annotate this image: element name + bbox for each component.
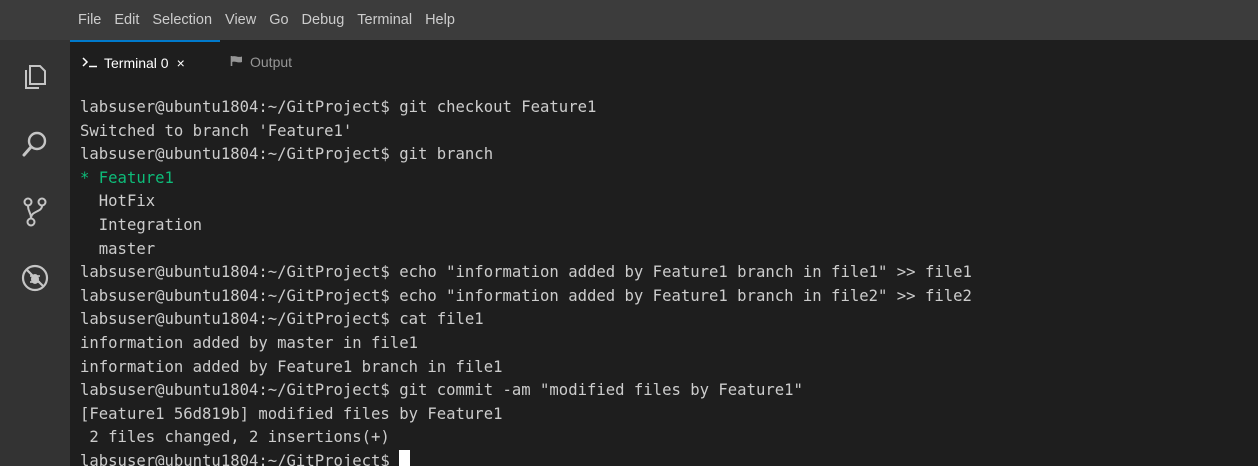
- menu-debug[interactable]: Debug: [296, 0, 351, 40]
- close-icon[interactable]: ×: [177, 55, 185, 71]
- menu-bar: File Edit Selection View Go Debug Termin…: [0, 0, 1258, 40]
- terminal-panel: Terminal 0 × Output labsuser@ubuntu1804:…: [70, 40, 1258, 466]
- terminal-lines: labsuser@ubuntu1804:~/GitProject$ git ch…: [80, 96, 1258, 450]
- terminal-line: labsuser@ubuntu1804:~/GitProject$ git ch…: [80, 98, 597, 116]
- terminal-line: labsuser@ubuntu1804:~/GitProject$ cat fi…: [80, 310, 484, 329]
- tab-terminal[interactable]: Terminal 0 ×: [70, 40, 220, 84]
- source-control-icon[interactable]: [19, 196, 51, 228]
- terminal-prompt: labsuser@ubuntu1804:~/GitProject$: [80, 451, 400, 466]
- menu-go[interactable]: Go: [263, 0, 294, 40]
- tab-terminal-label: Terminal 0: [104, 55, 169, 71]
- tab-output[interactable]: Output: [220, 40, 302, 84]
- terminal-line: information added by master in file1: [80, 333, 418, 352]
- terminal-line: labsuser@ubuntu1804:~/GitProject$ git co…: [80, 381, 803, 400]
- menu-edit[interactable]: Edit: [108, 0, 145, 40]
- search-icon[interactable]: [19, 128, 51, 160]
- terminal-line: 2 files changed, 2 insertions(+): [80, 428, 390, 447]
- terminal-prompt-line[interactable]: labsuser@ubuntu1804:~/GitProject$: [80, 449, 1258, 466]
- menu-view[interactable]: View: [219, 0, 262, 40]
- terminal-line: master: [80, 239, 156, 258]
- menu-help[interactable]: Help: [419, 0, 461, 40]
- tab-output-label: Output: [250, 54, 293, 70]
- debug-icon[interactable]: [19, 262, 51, 294]
- flag-icon: [230, 54, 244, 70]
- menu-selection[interactable]: Selection: [146, 0, 218, 40]
- terminal-line: Integration: [80, 215, 203, 234]
- activity-bar: [0, 40, 70, 466]
- terminal-line: [Feature1 56d819b] modified files by Fea…: [80, 404, 503, 423]
- terminal-line: labsuser@ubuntu1804:~/GitProject$ git br…: [80, 145, 494, 164]
- terminal-cursor: [399, 449, 411, 466]
- terminal-line: Switched to branch 'Feature1': [80, 121, 353, 140]
- terminal-line: labsuser@ubuntu1804:~/GitProject$ echo "…: [80, 263, 972, 282]
- files-icon[interactable]: [19, 60, 51, 92]
- terminal-prompt-icon: [82, 55, 98, 71]
- terminal-line: HotFix: [80, 192, 156, 211]
- terminal-line: * Feature1: [80, 168, 174, 187]
- terminal-line: information added by Feature1 branch in …: [80, 357, 503, 376]
- menu-file[interactable]: File: [72, 0, 107, 40]
- menu-terminal[interactable]: Terminal: [351, 0, 418, 40]
- terminal-output[interactable]: labsuser@ubuntu1804:~/GitProject$ git ch…: [80, 96, 1258, 466]
- terminal-line: labsuser@ubuntu1804:~/GitProject$ echo "…: [80, 286, 972, 305]
- panel-tab-bar: Terminal 0 × Output: [70, 40, 1258, 84]
